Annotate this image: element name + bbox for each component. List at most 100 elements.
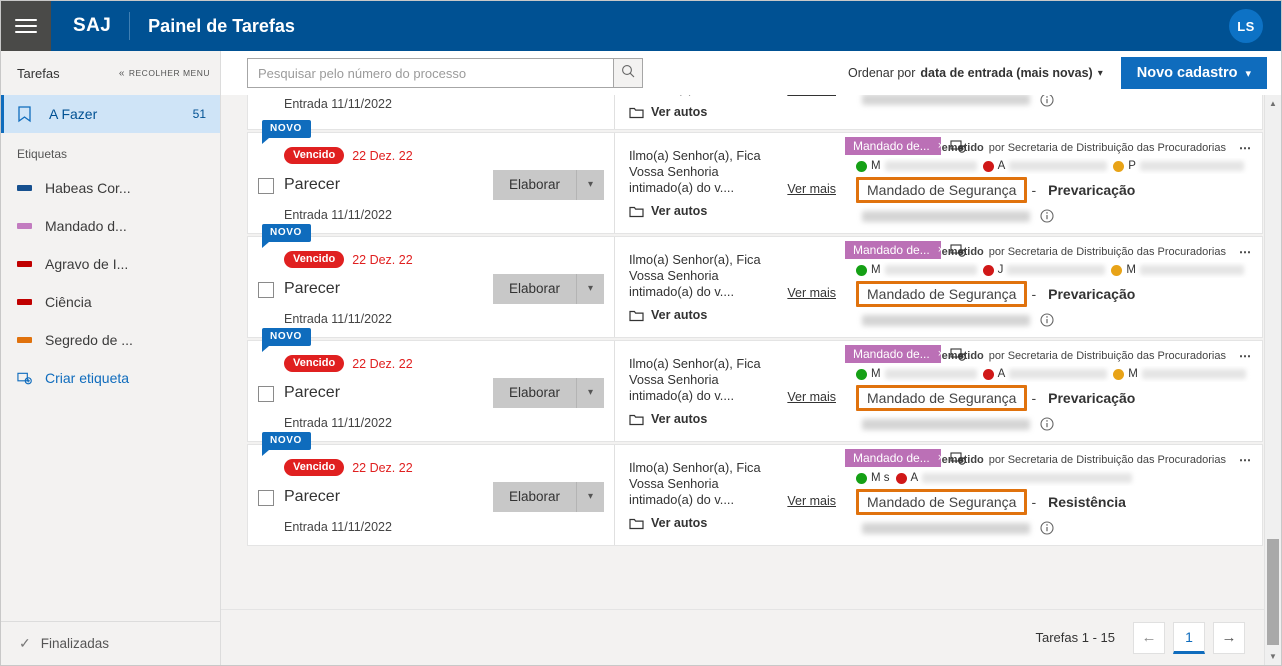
avatar[interactable]: LS — [1229, 9, 1263, 43]
search-button[interactable] — [613, 58, 643, 88]
party-list: M sA — [856, 470, 1252, 486]
task-card[interactable]: NOVOVencido22 Dez. 22ParecerElaborar▾Ent… — [247, 236, 1263, 338]
redacted-process-number — [862, 95, 1030, 105]
task-card[interactable]: ParecerElaborar▾Entrada 11/11/2022Ilmo(a… — [247, 95, 1263, 130]
sidebar-tag-ciencia[interactable]: Ciência — [1, 283, 220, 321]
pagination-next-button[interactable]: → — [1213, 622, 1245, 654]
sort-control[interactable]: Ordenar por data de entrada (mais novas)… — [848, 66, 1103, 80]
ver-autos-link[interactable]: Ver autos — [629, 105, 836, 119]
ver-mais-link[interactable]: Ver mais — [787, 95, 836, 97]
more-options-icon[interactable]: ⋯ — [1239, 456, 1252, 464]
status-badge: Vencido — [284, 459, 344, 476]
elaborar-dropdown-button[interactable]: ▾ — [576, 378, 604, 408]
party-name: M — [1126, 264, 1136, 276]
task-checkbox[interactable] — [258, 178, 274, 194]
task-list[interactable]: ParecerElaborar▾Entrada 11/11/2022Ilmo(a… — [247, 95, 1263, 609]
ver-autos-link[interactable]: Ver autos — [629, 516, 836, 530]
task-card[interactable]: NOVOVencido22 Dez. 22ParecerElaborar▾Ent… — [247, 444, 1263, 546]
task-tag-row: Mandado de...× — [845, 137, 966, 155]
close-icon[interactable]: × — [938, 348, 941, 360]
scroll-up-button[interactable]: ▲ — [1265, 95, 1281, 112]
more-options-icon[interactable]: ⋯ — [1239, 144, 1252, 152]
tag-color-swatch — [17, 299, 32, 305]
search-icon — [621, 64, 635, 83]
redacted-text — [885, 369, 977, 379]
sidebar-tag-agravo[interactable]: Agravo de I... — [1, 245, 220, 283]
ver-mais-link[interactable]: Ver mais — [787, 390, 836, 404]
sort-prefix-label: Ordenar por — [848, 66, 915, 80]
task-checkbox[interactable] — [258, 490, 274, 506]
scroll-down-button[interactable]: ▼ — [1265, 648, 1281, 665]
elaborar-button[interactable]: Elaborar — [493, 274, 576, 304]
add-tag-icon[interactable] — [950, 243, 966, 257]
info-icon[interactable] — [1040, 209, 1054, 223]
sidebar-item-finalizadas[interactable]: ✓ Finalizadas — [1, 621, 220, 665]
vertical-scrollbar[interactable]: ▲ ▼ — [1264, 95, 1281, 665]
elaborar-button[interactable]: Elaborar — [493, 378, 576, 408]
pagination-prev-button[interactable]: ← — [1133, 622, 1165, 654]
tag-chip-mandado[interactable]: Mandado de...× — [845, 449, 941, 467]
folder-icon — [629, 517, 644, 530]
process-subject: Prevaricação — [1048, 182, 1135, 198]
info-icon[interactable] — [1040, 313, 1054, 327]
ver-autos-link[interactable]: Ver autos — [629, 412, 836, 426]
task-summary-row: Ilmo(a) Senhor(a), Fica Vossa Senhoria i… — [629, 95, 836, 97]
close-icon[interactable]: × — [938, 452, 941, 464]
pagination-page-1[interactable]: 1 — [1173, 622, 1205, 654]
search-input[interactable] — [247, 58, 613, 88]
sidebar-tag-mandado[interactable]: Mandado d... — [1, 207, 220, 245]
more-options-icon[interactable]: ⋯ — [1239, 352, 1252, 360]
sidebar-tag-label: Habeas Cor... — [45, 180, 131, 196]
create-tag-button[interactable]: Criar etiqueta — [1, 359, 220, 397]
ver-autos-label: Ver autos — [651, 516, 707, 530]
status-badge: Vencido — [284, 147, 344, 164]
sidebar-tag-habeas-corpus[interactable]: Habeas Cor... — [1, 169, 220, 207]
party-status-icon — [1113, 369, 1124, 380]
main-content: Ordenar por data de entrada (mais novas)… — [221, 51, 1281, 665]
close-icon[interactable]: × — [938, 140, 941, 152]
ver-mais-link[interactable]: Ver mais — [787, 494, 836, 508]
scrollbar-thumb[interactable] — [1267, 539, 1279, 645]
collapse-menu-button[interactable]: « RECOLHER MENU — [119, 68, 210, 79]
tag-color-swatch — [17, 185, 32, 191]
ver-autos-label: Ver autos — [651, 204, 707, 218]
sidebar-item-a-fazer[interactable]: A Fazer 51 — [1, 95, 220, 133]
add-tag-icon[interactable] — [950, 139, 966, 153]
ver-mais-link[interactable]: Ver mais — [787, 182, 836, 196]
elaborar-dropdown-button[interactable]: ▾ — [576, 274, 604, 304]
hamburger-menu-button[interactable] — [1, 1, 51, 51]
sidebar-tag-segredo[interactable]: Segredo de ... — [1, 321, 220, 359]
novo-cadastro-button[interactable]: Novo cadastro ▾ — [1121, 57, 1267, 89]
elaborar-button[interactable]: Elaborar — [493, 482, 576, 512]
process-subject: Prevaricação — [1048, 390, 1135, 406]
novo-badge: NOVO — [262, 120, 311, 138]
more-options-icon[interactable]: ⋯ — [1239, 248, 1252, 256]
task-card[interactable]: NOVOVencido22 Dez. 22ParecerElaborar▾Ent… — [247, 132, 1263, 234]
ver-autos-link[interactable]: Ver autos — [629, 204, 836, 218]
party-name: M — [1128, 368, 1138, 380]
folder-icon — [629, 106, 644, 119]
ver-mais-link[interactable]: Ver mais — [787, 286, 836, 300]
party-list: MJM — [856, 262, 1252, 278]
tag-chip-mandado[interactable]: Mandado de...× — [845, 137, 941, 155]
task-checkbox[interactable] — [258, 386, 274, 402]
add-tag-icon[interactable] — [950, 347, 966, 361]
brand-logo[interactable]: SAJ — [51, 1, 111, 51]
info-icon[interactable] — [1040, 417, 1054, 431]
info-icon[interactable] — [1040, 521, 1054, 535]
close-icon[interactable]: × — [938, 244, 941, 256]
elaborar-dropdown-button[interactable]: ▾ — [576, 170, 604, 200]
tag-chip-mandado[interactable]: Mandado de...× — [845, 241, 941, 259]
add-tag-icon[interactable] — [950, 451, 966, 465]
task-card[interactable]: NOVOVencido22 Dez. 22ParecerElaborar▾Ent… — [247, 340, 1263, 442]
ver-autos-link[interactable]: Ver autos — [629, 308, 836, 322]
task-action-group: Elaborar▾ — [493, 378, 604, 408]
elaborar-button[interactable]: Elaborar — [493, 170, 576, 200]
task-checkbox[interactable] — [258, 282, 274, 298]
info-icon[interactable] — [1040, 95, 1054, 107]
toolbar: Ordenar por data de entrada (mais novas)… — [221, 51, 1281, 95]
party-name: A — [911, 472, 919, 484]
elaborar-dropdown-button[interactable]: ▾ — [576, 482, 604, 512]
entrada-label: Entrada 11/11/2022 — [284, 520, 604, 534]
tag-chip-mandado[interactable]: Mandado de...× — [845, 345, 941, 363]
